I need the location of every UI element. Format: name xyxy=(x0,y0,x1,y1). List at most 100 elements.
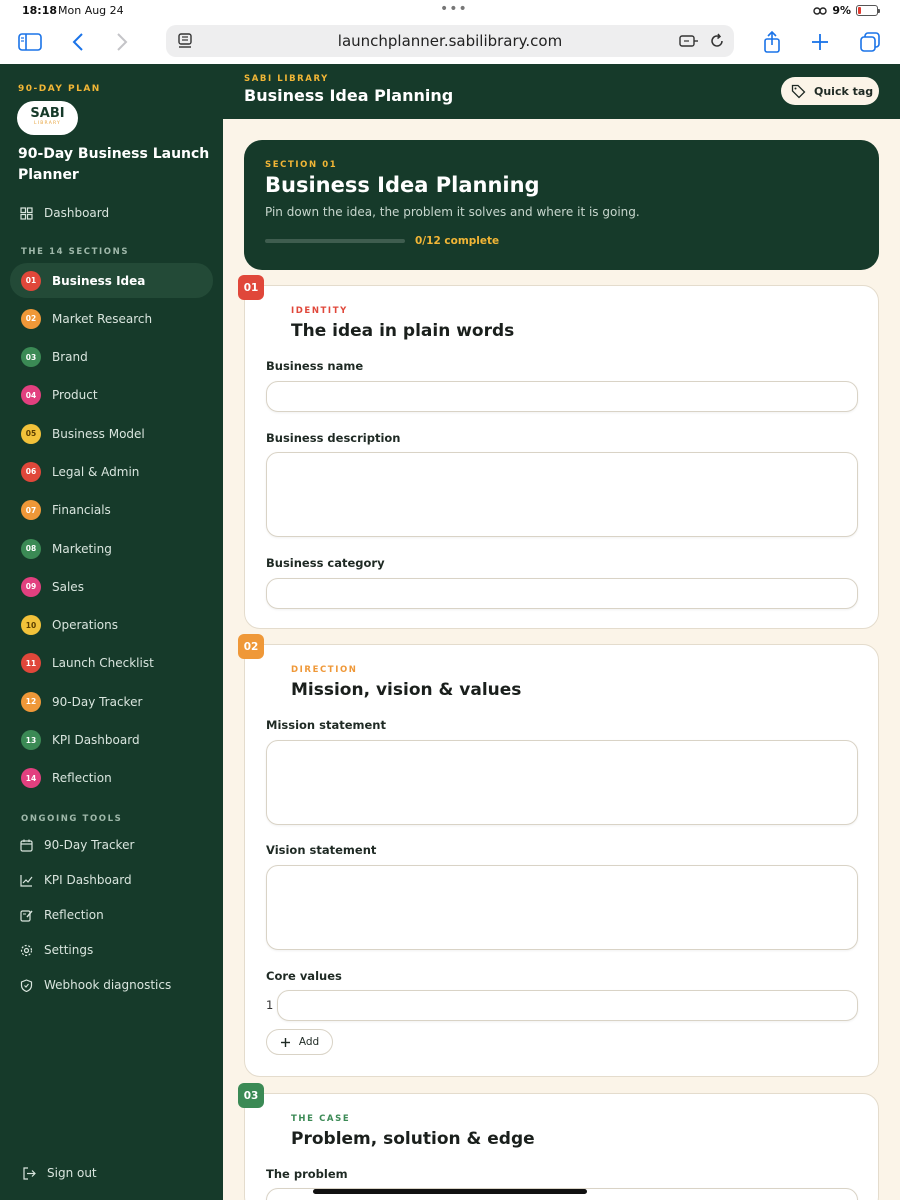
sidebar-item-product[interactable]: 04 Product xyxy=(10,378,213,413)
sidebar-item-label: Legal & Admin xyxy=(52,464,140,479)
business-description-textarea[interactable] xyxy=(266,452,858,537)
tool-item-webhook-diagnostics[interactable]: Webhook diagnostics xyxy=(18,977,171,993)
hero-title: Business Idea Planning xyxy=(265,173,540,197)
section-number-badge: 09 xyxy=(21,576,41,597)
add-value-button[interactable]: Add xyxy=(266,1029,333,1055)
section-number-badge: 08 xyxy=(21,538,41,559)
card-identity: IDENTITY The idea in plain words Busines… xyxy=(244,285,879,629)
sidebar-item-label: Sales xyxy=(52,579,84,594)
field-label: Core values xyxy=(266,969,342,983)
section-nav: 01 Business Idea 02 Market Research 03 Bran… xyxy=(10,263,213,799)
field-label: Business description xyxy=(266,431,401,445)
section-number-badge: 05 xyxy=(21,423,41,444)
tool-item-kpi-dashboard[interactable]: KPI Dashboard xyxy=(18,872,132,888)
tag-icon xyxy=(791,84,806,98)
hero-eyebrow: SECTION 01 xyxy=(265,160,338,170)
sidebar-item-brand[interactable]: 03 Brand xyxy=(10,340,213,375)
logo-main-text: SABI xyxy=(30,106,65,121)
field-label: Business category xyxy=(266,556,385,570)
sign-out-icon xyxy=(21,1165,37,1181)
sidebar-item-90-day-tracker[interactable]: 12 90-Day Tracker xyxy=(10,684,213,719)
sections-heading: THE 14 SECTIONS xyxy=(21,247,130,257)
sidebar-item-label: Business Model xyxy=(52,426,145,441)
gear-icon xyxy=(18,942,34,958)
back-icon[interactable] xyxy=(64,28,92,56)
section-number-badge: 12 xyxy=(21,691,41,712)
sidebar-item-label: Reflection xyxy=(52,771,112,786)
card-number-badge: 02 xyxy=(238,634,264,659)
edit-note-icon xyxy=(18,907,34,923)
quick-tag-label: Quick tag xyxy=(814,84,874,98)
sidebar-item-business-idea[interactable]: 01 Business Idea xyxy=(10,263,213,298)
core-value-input[interactable] xyxy=(277,990,858,1021)
vision-statement-textarea[interactable] xyxy=(266,865,858,950)
shield-icon xyxy=(18,977,34,993)
forward-icon[interactable] xyxy=(108,28,136,56)
mission-statement-textarea[interactable] xyxy=(266,740,858,825)
sidebar-item-sales[interactable]: 09 Sales xyxy=(10,569,213,604)
url-text: launchplanner.sabilibrary.com xyxy=(337,32,563,50)
tool-item-90-day-tracker[interactable]: 90-Day Tracker xyxy=(18,837,134,853)
sidebar-item-dashboard[interactable]: Dashboard xyxy=(18,205,109,221)
multitasking-dots-icon[interactable]: ••• xyxy=(440,1,468,17)
tool-item-reflection[interactable]: Reflection xyxy=(18,907,104,923)
sidebar-item-label: Marketing xyxy=(52,541,112,556)
logo-sub-text: LIBRARY xyxy=(34,121,61,126)
card-eyebrow: IDENTITY xyxy=(291,306,348,316)
business-name-input[interactable] xyxy=(266,381,858,412)
sidebar-title: 90-Day Business Launch Planner xyxy=(18,146,210,183)
sidebar-item-label: Dashboard xyxy=(44,206,110,220)
reload-icon[interactable] xyxy=(705,29,729,53)
calendar-icon xyxy=(18,837,34,853)
sidebar-item-label: Brand xyxy=(52,350,88,365)
sidebar-item-market-research[interactable]: 02 Market Research xyxy=(10,301,213,336)
tool-item-label: KPI Dashboard xyxy=(44,873,132,887)
share-icon[interactable] xyxy=(758,28,786,56)
sidebar-item-kpi-dashboard[interactable]: 13 KPI Dashboard xyxy=(10,723,213,758)
sidebar-item-reflection[interactable]: 14 Reflection xyxy=(10,761,213,796)
sign-out-button[interactable]: Sign out xyxy=(21,1165,97,1181)
tool-item-settings[interactable]: Settings xyxy=(18,942,93,958)
tool-item-label: Webhook diagnostics xyxy=(44,978,172,992)
sidebar-item-label: Business Idea xyxy=(52,273,146,288)
field-label: The problem xyxy=(266,1167,348,1181)
sabi-logo[interactable]: SABI LIBRARY xyxy=(17,101,78,135)
header-eyebrow: SABI LIBRARY xyxy=(244,74,329,84)
card-number-badge: 03 xyxy=(238,1083,264,1108)
section-number-badge: 07 xyxy=(21,500,41,521)
app-header: SABI LIBRARY Business Idea Planning Quic… xyxy=(223,64,900,119)
section-number-badge: 03 xyxy=(21,347,41,368)
field-label: Business name xyxy=(266,359,364,373)
quick-tag-button[interactable]: Quick tag xyxy=(781,77,879,105)
core-value-index: 1 xyxy=(266,998,274,1012)
status-date: Mon Aug 24 xyxy=(58,4,124,17)
sidebar-item-financials[interactable]: 07 Financials xyxy=(10,493,213,528)
sidebar-toggle-icon[interactable] xyxy=(16,28,44,56)
hero-description: Pin down the idea, the problem it solves… xyxy=(265,205,640,219)
sidebar-eyebrow: 90-DAY PLAN xyxy=(18,84,101,94)
sidebar-item-label: Operations xyxy=(52,618,118,633)
address-bar[interactable]: launchplanner.sabilibrary.com xyxy=(166,25,734,57)
sidebar-item-legal-admin[interactable]: 06 Legal & Admin xyxy=(10,454,213,489)
section-number-badge: 04 xyxy=(21,385,41,406)
status-time: 18:18 xyxy=(22,4,58,17)
progress-text: 0/12 complete xyxy=(415,235,500,247)
sidebar-item-operations[interactable]: 10 Operations xyxy=(10,608,213,643)
translate-extension-icon[interactable] xyxy=(677,29,701,53)
sidebar-item-launch-checklist[interactable]: 11 Launch Checklist xyxy=(10,646,213,681)
business-category-input[interactable] xyxy=(266,578,858,609)
tabs-overview-icon[interactable] xyxy=(856,28,884,56)
status-right: 9% xyxy=(813,4,880,17)
sidebar-item-label: Launch Checklist xyxy=(52,656,154,671)
section-number-badge: 06 xyxy=(21,461,41,482)
home-indicator[interactable] xyxy=(313,1189,587,1194)
battery-percent: 9% xyxy=(832,4,851,17)
section-number-badge: 11 xyxy=(21,653,41,674)
card-title: Problem, solution & edge xyxy=(291,1129,535,1149)
new-tab-icon[interactable] xyxy=(806,28,834,56)
sidebar-item-business-model[interactable]: 05 Business Model xyxy=(10,416,213,451)
tool-item-label: Reflection xyxy=(44,908,104,922)
line-chart-icon xyxy=(18,872,34,888)
sidebar-item-marketing[interactable]: 08 Marketing xyxy=(10,531,213,566)
plus-icon xyxy=(280,1037,290,1047)
